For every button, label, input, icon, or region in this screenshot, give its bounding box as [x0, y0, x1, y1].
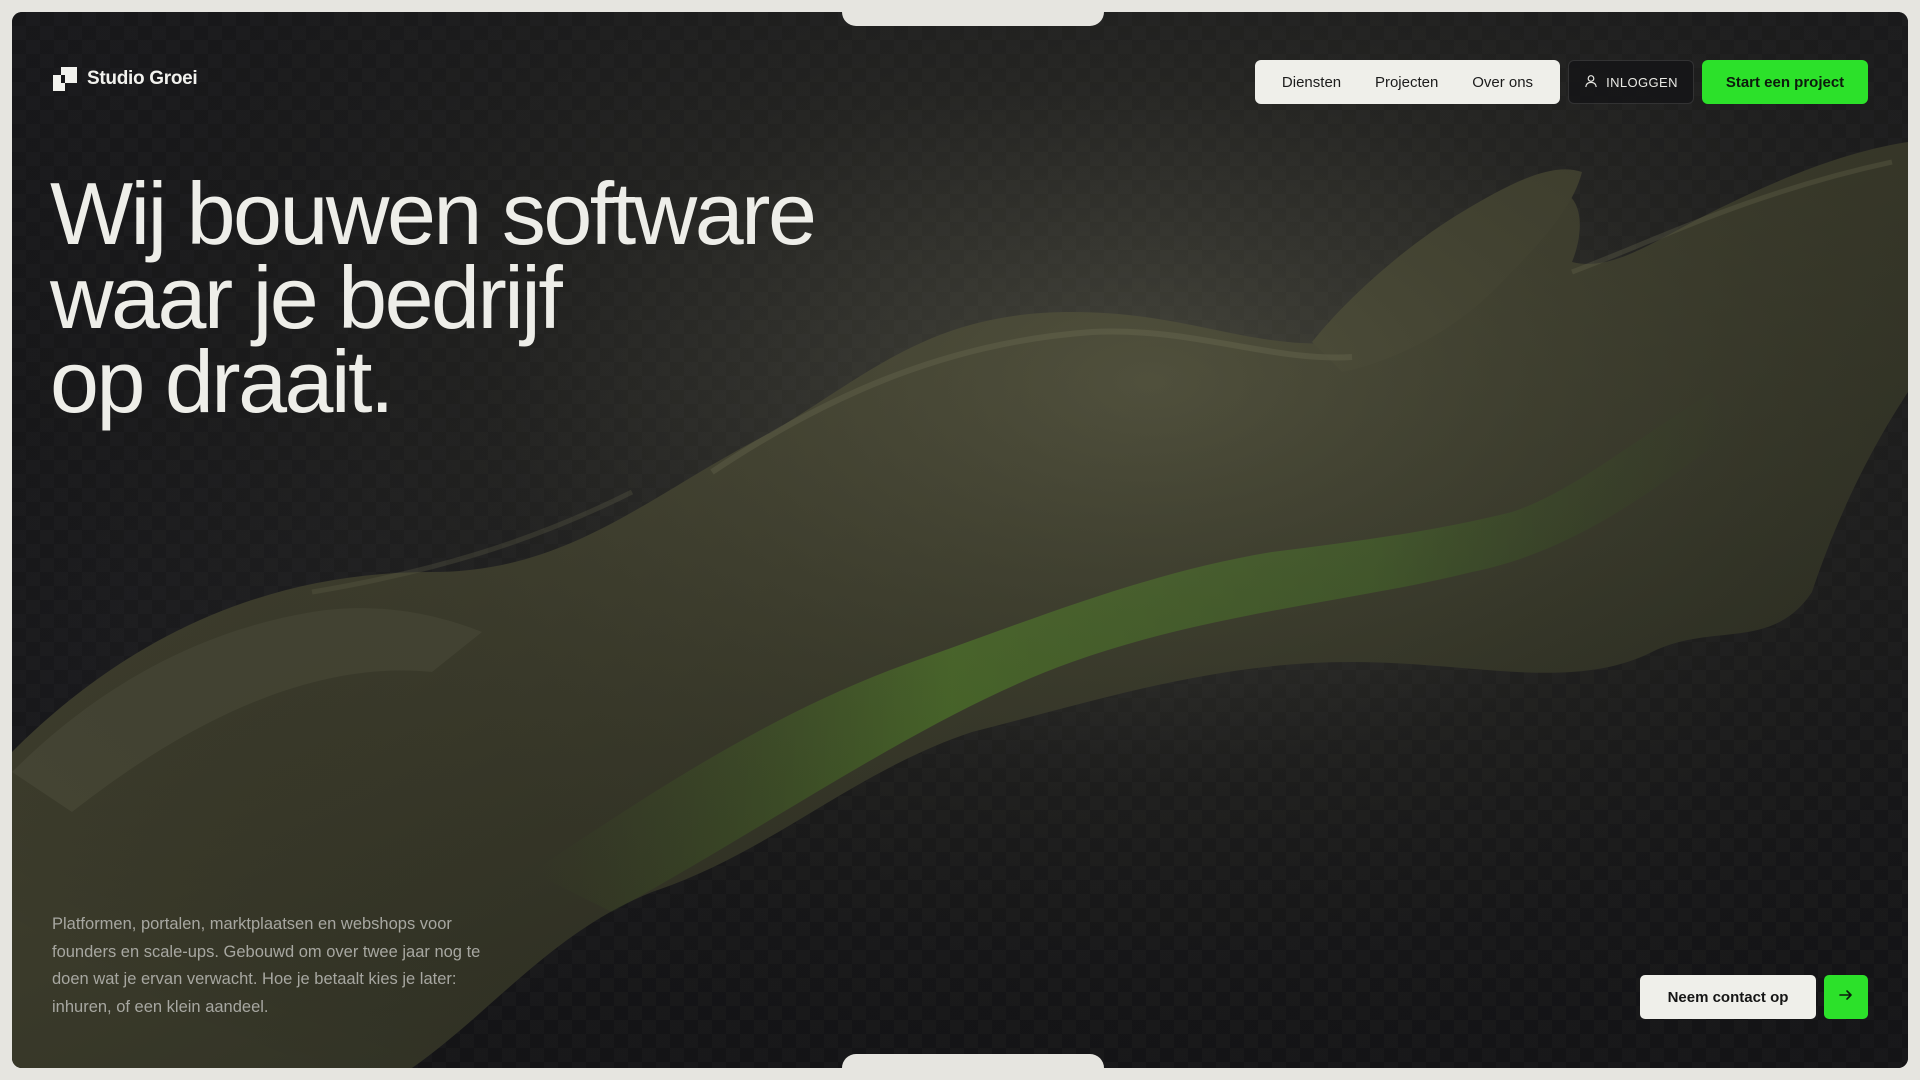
brand-name: Studio Groei	[87, 68, 198, 89]
headline-line-2: waar je bedrijf	[50, 248, 563, 347]
hero-frame: Studio Groei Diensten Projecten Over ons…	[12, 12, 1908, 1068]
user-icon	[1584, 74, 1598, 91]
main-nav: Diensten Projecten Over ons	[1255, 60, 1560, 104]
bottom-notch	[842, 1054, 1104, 1068]
brand-logo[interactable]: Studio Groei	[53, 67, 198, 91]
hero-description: Platformen, portalen, marktplaatsen en w…	[52, 915, 481, 1016]
top-notch	[842, 12, 1104, 26]
studio-groei-logo-icon	[53, 67, 77, 91]
headline-line-1: Wij bouwen software	[50, 164, 817, 263]
start-project-button[interactable]: Start een project	[1702, 60, 1868, 104]
headline-line-3: op draait.	[50, 332, 394, 431]
login-button[interactable]: INLOGGEN	[1568, 60, 1694, 104]
nav-item-diensten[interactable]: Diensten	[1282, 74, 1341, 91]
nav-item-projecten[interactable]: Projecten	[1375, 74, 1438, 91]
login-label: INLOGGEN	[1606, 74, 1678, 90]
contact-arrow-button[interactable]	[1824, 975, 1868, 1019]
contact-button[interactable]: Neem contact op	[1640, 975, 1816, 1019]
arrow-right-icon	[1838, 987, 1854, 1008]
hero-headline: Wij bouwen software waar je bedrijf op d…	[50, 164, 950, 431]
nav-item-over-ons[interactable]: Over ons	[1472, 74, 1533, 91]
